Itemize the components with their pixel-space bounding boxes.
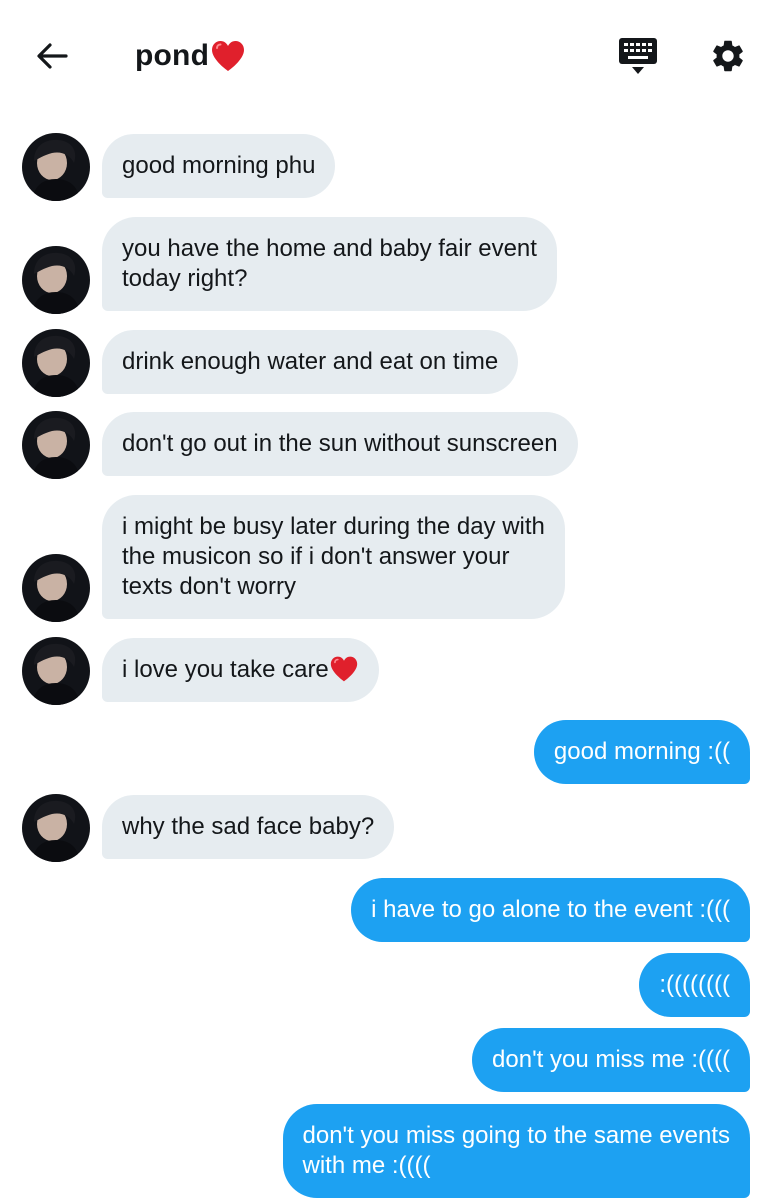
avatar[interactable] [22, 133, 90, 201]
message-text: why the sad face baby? [122, 813, 375, 840]
outgoing-message: good morning :(( [533, 720, 750, 784]
avatar[interactable] [22, 411, 90, 479]
avatar[interactable] [22, 246, 90, 314]
message-text: i have to go alone to the event :((( [371, 896, 730, 923]
incoming-message: good morning phu [102, 134, 336, 198]
message-bubble[interactable]: don't you miss me :(((( [472, 1028, 750, 1092]
profile-photo [22, 133, 90, 201]
gear-icon [713, 40, 743, 72]
message-text: don't go out in the sun without sunscree… [122, 430, 558, 457]
arrow-left-icon [37, 43, 68, 69]
message-bubble[interactable]: why the sad face baby? [102, 795, 395, 859]
conversation-title[interactable]: pond [135, 34, 246, 78]
keyboard-button[interactable] [612, 34, 664, 78]
message-bubble[interactable]: :(((((((( [639, 953, 750, 1017]
message-text: good morning phu [122, 152, 316, 179]
profile-photo [22, 637, 90, 705]
avatar[interactable] [22, 329, 90, 397]
message-text: i love you take care [122, 656, 329, 683]
avatar[interactable] [22, 554, 90, 622]
dm-conversation-screen: pond good morning phu you have the home … [0, 0, 773, 1200]
message-text: don't you miss going to the same events … [302, 1122, 731, 1179]
message-bubble[interactable]: i love you take care [102, 638, 379, 702]
message-text: don't you miss me :(((( [492, 1046, 730, 1073]
profile-photo [22, 554, 90, 622]
incoming-message: why the sad face baby? [102, 795, 395, 859]
message-bubble[interactable]: good morning :(( [533, 720, 750, 784]
message-bubble[interactable]: don't go out in the sun without sunscree… [102, 412, 578, 476]
avatar[interactable] [22, 794, 90, 862]
heart-emoji-icon [212, 41, 245, 71]
profile-photo [22, 794, 90, 862]
message-text: good morning :(( [553, 738, 730, 765]
incoming-message: drink enough water and eat on time [102, 330, 519, 394]
heart-emoji-icon [330, 656, 357, 682]
message-bubble[interactable]: i have to go alone to the event :((( [351, 878, 750, 942]
profile-photo [22, 411, 90, 479]
outgoing-message: :(((((((( [639, 953, 750, 1017]
outgoing-message: don't you miss me :(((( [472, 1028, 750, 1092]
incoming-message: i love you take care [102, 638, 379, 702]
incoming-message: don't go out in the sun without sunscree… [102, 412, 578, 476]
incoming-message: i might be busy later during the day wit… [102, 495, 565, 619]
back-button[interactable] [30, 34, 74, 78]
message-bubble[interactable]: you have the home and baby fair event to… [102, 217, 557, 311]
avatar[interactable] [22, 637, 90, 705]
outgoing-message: i have to go alone to the event :((( [351, 878, 750, 942]
message-bubble[interactable]: good morning phu [102, 134, 336, 198]
message-text: drink enough water and eat on time [122, 348, 499, 375]
message-bubble[interactable]: don't you miss going to the same events … [282, 1104, 750, 1198]
message-text: you have the home and baby fair event to… [122, 235, 537, 292]
message-text: i might be busy later during the day wit… [122, 513, 545, 600]
keyboard-icon [619, 38, 657, 74]
settings-button[interactable] [704, 34, 752, 78]
message-bubble[interactable]: drink enough water and eat on time [102, 330, 519, 394]
outgoing-message: don't you miss going to the same events … [282, 1104, 750, 1198]
contact-name: pond [135, 39, 210, 72]
profile-photo [22, 329, 90, 397]
incoming-message: you have the home and baby fair event to… [102, 217, 557, 311]
message-bubble[interactable]: i might be busy later during the day wit… [102, 495, 565, 619]
message-text: :(((((((( [659, 971, 730, 998]
profile-photo [22, 246, 90, 314]
conversation-header: pond [0, 0, 773, 110]
